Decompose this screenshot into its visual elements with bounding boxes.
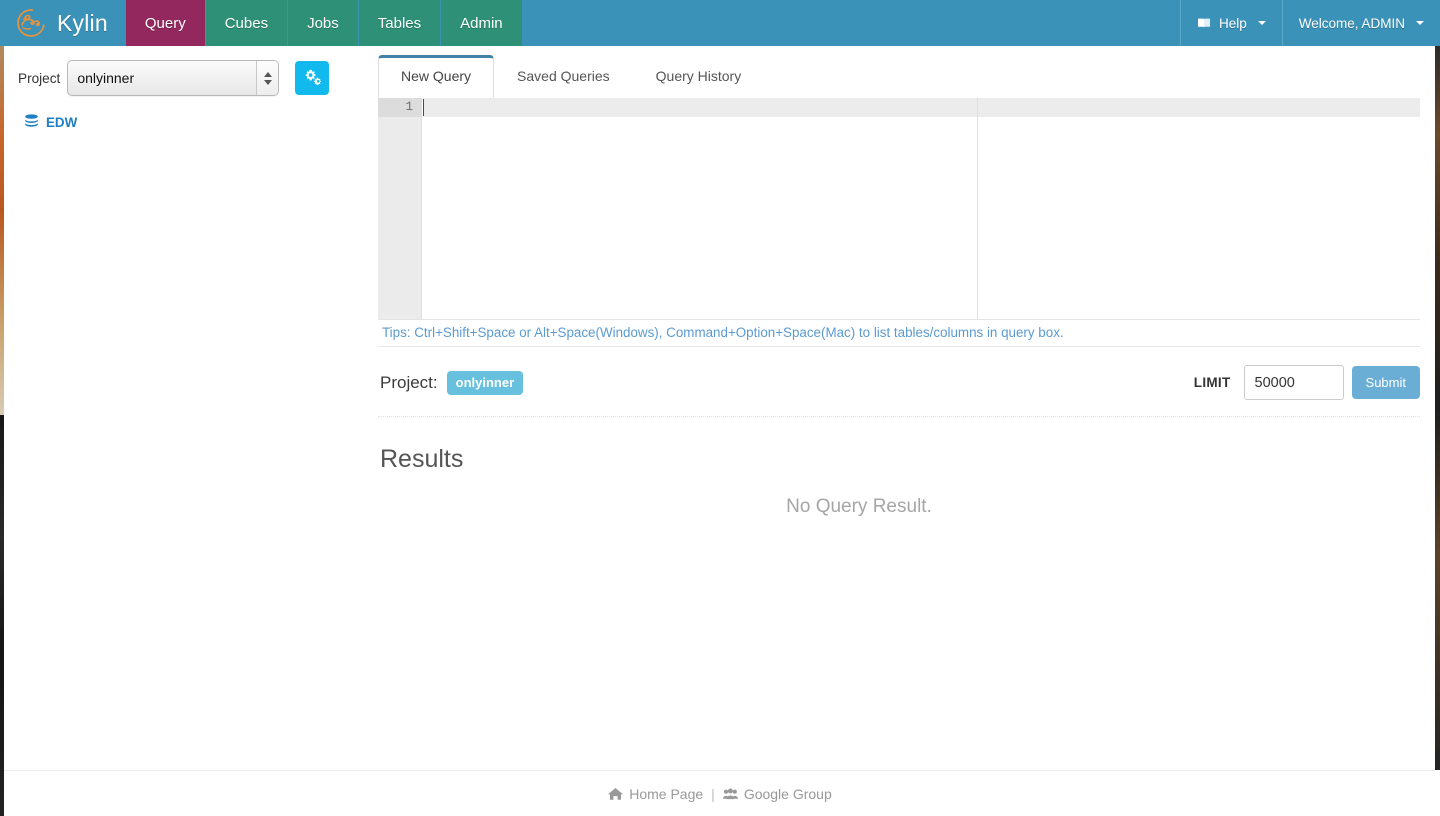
brand-title: Kylin [57, 9, 108, 36]
top-navbar: Kylin Query Cubes Jobs Tables Admin Help [0, 0, 1440, 46]
database-icon [24, 114, 39, 130]
navbar-spacer [522, 0, 1180, 46]
current-project-label: Project: [380, 372, 438, 392]
limit-input[interactable] [1243, 365, 1344, 400]
nav-item-jobs[interactable]: Jobs [288, 0, 359, 46]
editor-content[interactable] [423, 98, 1420, 319]
submit-button[interactable]: Submit [1351, 366, 1420, 399]
chevron-down-icon [263, 79, 272, 85]
chevron-down-icon [1257, 21, 1266, 25]
page-footer: Home Page | Google Group [0, 770, 1440, 816]
help-menu[interactable]: Help [1179, 0, 1282, 46]
google-group-link[interactable]: Google Group [722, 785, 832, 802]
tab-new-query[interactable]: New Query [378, 55, 495, 98]
current-project: Project: onlyinner [380, 370, 524, 395]
users-icon [722, 787, 738, 801]
chevron-up-icon [263, 71, 272, 77]
help-label: Help [1218, 15, 1247, 31]
editor-cursor [423, 99, 424, 116]
project-selector-row: Project onlyinner [18, 60, 357, 96]
home-page-link[interactable]: Home Page [608, 786, 703, 802]
project-select-value: onlyinner [77, 70, 135, 86]
editor-gutter: 1 [378, 98, 422, 319]
google-group-label: Google Group [743, 785, 832, 802]
primary-nav: Query Cubes Jobs Tables Admin [125, 0, 523, 46]
project-label: Project [18, 70, 61, 86]
nav-item-cubes[interactable]: Cubes [205, 0, 289, 46]
gutter-line-number: 1 [378, 98, 421, 117]
sidebar: Project onlyinner EDW [0, 46, 372, 816]
project-settings-button[interactable] [295, 61, 330, 95]
footer-separator: | [711, 785, 715, 802]
submit-controls: LIMIT Submit [1194, 365, 1420, 400]
main-panel: New Query Saved Queries Query History 1 … [372, 46, 1440, 816]
sql-editor[interactable]: 1 [378, 98, 1420, 320]
chevron-down-icon [1416, 21, 1424, 25]
table-tree: EDW [18, 112, 357, 132]
navbar-right: Help Welcome, ADMIN [1179, 0, 1440, 46]
tree-item-edw[interactable]: EDW [24, 112, 357, 132]
results-heading: Results [380, 445, 464, 473]
no-result-message: No Query Result. [786, 496, 932, 517]
editor-print-margin [977, 98, 978, 319]
current-project-badge: onlyinner [446, 370, 524, 395]
user-menu-label: Welcome, ADMIN [1298, 15, 1405, 31]
home-page-label: Home Page [629, 785, 704, 802]
limit-label: LIMIT [1193, 375, 1231, 390]
editor-tips: Tips: Ctrl+Shift+Space or Alt+Space(Wind… [378, 320, 1420, 347]
tree-item-label: EDW [46, 114, 78, 130]
nav-item-query[interactable]: Query [125, 0, 206, 46]
cogs-icon [304, 69, 321, 88]
tab-saved-queries[interactable]: Saved Queries [494, 55, 633, 98]
tab-query-history[interactable]: Query History [633, 55, 765, 98]
user-menu[interactable]: Welcome, ADMIN [1281, 0, 1440, 46]
book-icon [1197, 16, 1213, 31]
editor-active-line [423, 98, 1420, 117]
project-select[interactable]: onlyinner [67, 60, 280, 96]
home-icon [608, 787, 624, 801]
app-window: Kylin Query Cubes Jobs Tables Admin Help [0, 0, 1440, 816]
submit-bar: Project: onlyinner LIMIT Submit [378, 347, 1420, 417]
brand-logo-link[interactable]: Kylin [0, 0, 126, 46]
kylin-logo-icon [14, 8, 48, 38]
nav-item-tables[interactable]: Tables [358, 0, 442, 46]
query-tabs: New Query Saved Queries Query History [378, 46, 1420, 98]
nav-item-admin[interactable]: Admin [441, 0, 523, 46]
project-select-spinner[interactable] [256, 61, 279, 95]
